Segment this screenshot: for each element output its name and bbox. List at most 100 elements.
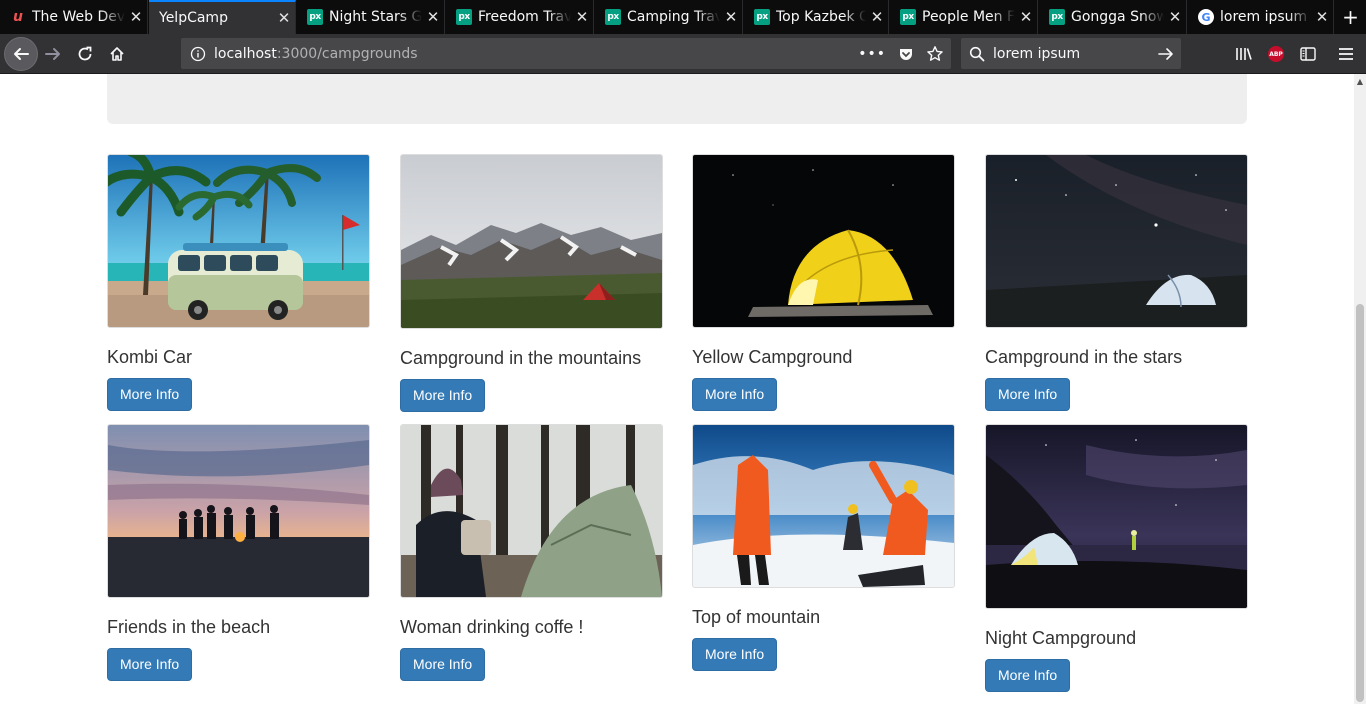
campground-thumbnail: [107, 154, 370, 328]
more-info-button[interactable]: More Info: [107, 378, 193, 411]
van-palm-beach-image: [108, 155, 369, 327]
tab-title: Night Stars Glow: [329, 9, 422, 25]
vertical-scrollbar[interactable]: ▲: [1354, 74, 1366, 704]
more-info-button[interactable]: More Info: [692, 638, 778, 671]
back-button[interactable]: [4, 37, 38, 71]
tab-people-men[interactable]: px People Men Fl ✕: [890, 0, 1038, 34]
campground-name: Woman drinking coffe !: [400, 617, 584, 637]
woman-coffee-forest-image: [401, 425, 662, 597]
close-tab-icon[interactable]: ✕: [1311, 8, 1333, 26]
home-button[interactable]: [102, 39, 132, 69]
pexels-icon: px: [605, 9, 621, 25]
tab-title: Gongga Snow: [1071, 9, 1164, 25]
night-tent-lake-image: [986, 425, 1247, 608]
udemy-icon: u: [13, 9, 23, 25]
tab-title: YelpCamp: [159, 10, 228, 26]
jumbotron: [107, 74, 1247, 124]
yellow-tent-night-image: [693, 155, 954, 327]
more-info-button[interactable]: More Info: [985, 659, 1071, 692]
arrow-left-icon: [14, 48, 29, 60]
more-info-button[interactable]: More Info: [400, 379, 486, 412]
beach-sunset-friends-image: [108, 425, 369, 597]
tab-title: Freedom Travel: [478, 9, 571, 25]
climbers-summit-image: [693, 425, 954, 587]
campground-card: Kombi Car More Info: [107, 154, 370, 411]
page-actions-icon[interactable]: •••: [858, 46, 886, 62]
campground-name: Night Campground: [985, 628, 1137, 648]
tab-freedom-travel[interactable]: px Freedom Travel ✕: [446, 0, 594, 34]
campground-name: Top of mountain: [692, 607, 821, 627]
forward-button[interactable]: [38, 39, 68, 69]
new-tab-button[interactable]: +: [1335, 0, 1366, 34]
campground-thumbnail: [400, 424, 663, 598]
reload-button[interactable]: [70, 39, 100, 69]
campground-thumbnail: [692, 424, 955, 588]
home-icon: [110, 47, 124, 61]
campground-card: Top of mountain More Info: [692, 424, 955, 671]
close-tab-icon[interactable]: ✕: [273, 9, 295, 27]
tab-title: People Men Fl: [922, 9, 1015, 25]
tab-gongga-snow[interactable]: px Gongga Snow ✕: [1039, 0, 1187, 34]
campground-name: Campground in the mountains: [400, 348, 642, 368]
close-tab-icon[interactable]: ✕: [571, 8, 593, 26]
close-tab-icon[interactable]: ✕: [720, 8, 742, 26]
page-viewport: Kombi Car More Info Campground in the mo…: [0, 74, 1354, 704]
campground-name: Friends in the beach: [107, 617, 271, 637]
search-go-icon[interactable]: [1157, 45, 1175, 63]
pexels-icon: px: [307, 9, 323, 25]
more-info-button[interactable]: More Info: [107, 648, 193, 681]
bookmark-star-icon[interactable]: [926, 45, 944, 63]
tab-title: Top Kazbek Of: [776, 9, 866, 25]
scrollbar-thumb[interactable]: [1356, 304, 1364, 702]
navigation-bar: localhost:3000/campgrounds ••• lorem ips…: [0, 34, 1366, 74]
tab-bar: u The Web Developer Bootcamp ✕ YelpCamp …: [0, 0, 1366, 34]
campground-thumbnail: [985, 424, 1248, 609]
library-button[interactable]: [1229, 39, 1259, 69]
reload-icon: [78, 46, 92, 61]
info-icon[interactable]: [190, 46, 206, 62]
close-tab-icon[interactable]: ✕: [422, 8, 444, 26]
tent-under-stars-image: [986, 155, 1247, 327]
tab-night-stars[interactable]: px Night Stars Glow ✕: [297, 0, 445, 34]
url-path: :3000/campgrounds: [276, 45, 418, 62]
campground-thumbnail: [107, 424, 370, 598]
pexels-icon: px: [456, 9, 472, 25]
campground-card: Yellow Campground More Info: [692, 154, 955, 411]
more-info-button[interactable]: More Info: [985, 378, 1071, 411]
sidebar-icon: [1300, 47, 1316, 61]
library-icon: [1236, 48, 1252, 60]
search-input[interactable]: lorem ipsum: [993, 46, 1080, 62]
more-info-button[interactable]: More Info: [400, 648, 486, 681]
close-tab-icon[interactable]: ✕: [1015, 8, 1037, 26]
campground-name: Kombi Car: [107, 347, 193, 367]
adblock-plus-button[interactable]: ABP: [1261, 39, 1291, 69]
tab-title: lorem ipsum -: [1220, 9, 1311, 25]
close-tab-icon[interactable]: ✕: [866, 8, 888, 26]
pexels-icon: px: [900, 9, 916, 25]
campground-name: Yellow Campground: [692, 347, 853, 367]
url-bar[interactable]: localhost:3000/campgrounds •••: [181, 38, 951, 69]
tab-lorem-ipsum[interactable]: G lorem ipsum - ✕: [1188, 0, 1334, 34]
campground-thumbnail: [692, 154, 955, 328]
sidebar-button[interactable]: [1293, 39, 1323, 69]
close-tab-icon[interactable]: ✕: [1164, 8, 1186, 26]
campground-card: Night Campground More Info: [985, 424, 1248, 692]
tab-yelpcamp[interactable]: YelpCamp ✕: [149, 0, 296, 34]
campground-name: Campground in the stars: [985, 347, 1183, 367]
close-tab-icon[interactable]: ✕: [125, 8, 147, 26]
search-bar[interactable]: lorem ipsum: [961, 38, 1181, 69]
campground-card: Campground in the mountains More Info: [400, 154, 663, 412]
campground-card: Campground in the stars More Info: [985, 154, 1248, 411]
tab-camping-travel[interactable]: px Camping Travel ✕: [595, 0, 743, 34]
campground-thumbnail: [985, 154, 1248, 328]
more-info-button[interactable]: More Info: [692, 378, 778, 411]
pocket-icon[interactable]: [898, 46, 914, 62]
tab-top-kazbek[interactable]: px Top Kazbek Of ✕: [744, 0, 889, 34]
scroll-up-arrow-icon[interactable]: ▲: [1356, 78, 1364, 86]
arrow-right-icon: [45, 48, 60, 60]
tab-title: The Web Developer Bootcamp: [32, 9, 125, 25]
tab-web-developer-bootcamp[interactable]: u The Web Developer Bootcamp ✕: [0, 0, 148, 34]
pexels-icon: px: [1049, 9, 1065, 25]
adblock-plus-icon: ABP: [1268, 46, 1284, 62]
menu-button[interactable]: [1331, 39, 1361, 69]
